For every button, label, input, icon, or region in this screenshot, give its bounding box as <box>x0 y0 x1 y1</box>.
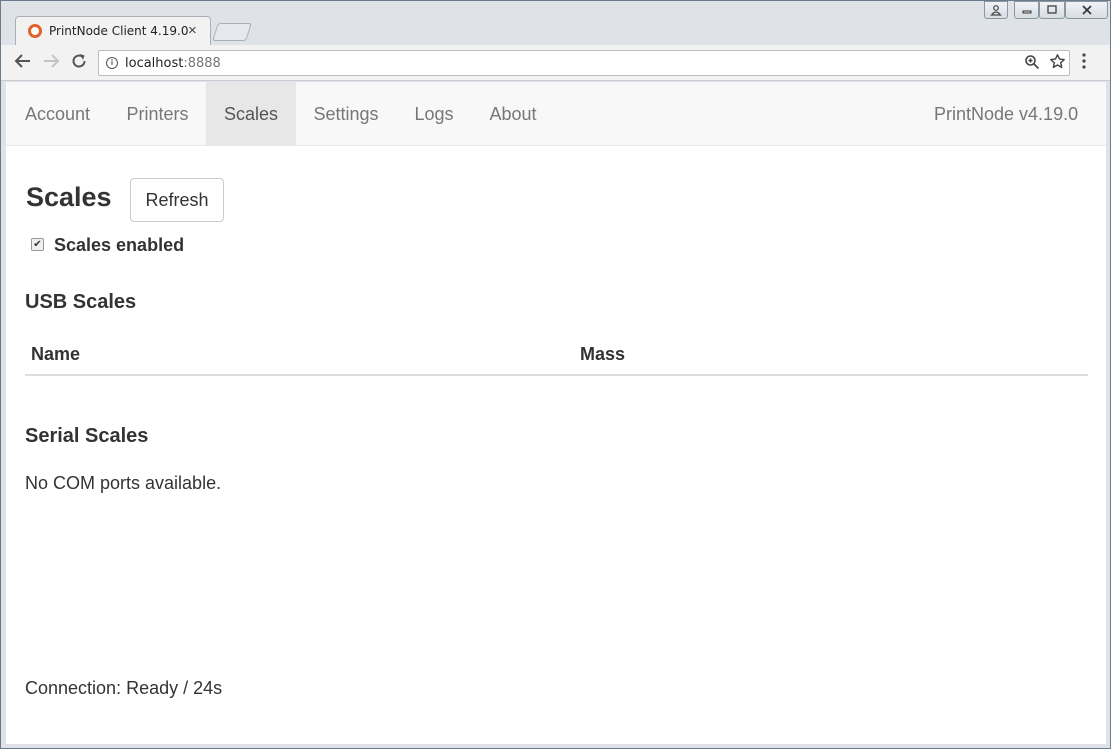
nav-item-settings[interactable]: Settings <box>296 82 396 146</box>
title-bar: PrintNode Client 4.19.0 × <box>1 1 1110 46</box>
info-icon[interactable]: i <box>106 57 118 69</box>
bookmark-star-icon[interactable] <box>1049 53 1066 75</box>
address-bar[interactable]: i localhost:8888 <box>98 50 1070 76</box>
table-header-divider <box>25 374 1088 376</box>
brand-version[interactable]: PrintNode v4.19.0 <box>934 82 1078 146</box>
browser-window: PrintNode Client 4.19.0 × i localhost:88… <box>0 0 1111 749</box>
refresh-button[interactable]: Refresh <box>130 178 224 222</box>
no-com-ports-message: No COM ports available. <box>25 473 222 493</box>
minimize-button[interactable] <box>1014 1 1039 19</box>
page-viewport: Account Printers Scales Settings Logs Ab… <box>6 82 1106 744</box>
column-header-name: Name <box>31 344 81 364</box>
serial-scales-heading: Serial Scales <box>25 425 149 447</box>
zoom-icon[interactable] <box>1024 54 1040 74</box>
nav-item-scales[interactable]: Scales <box>206 82 296 146</box>
user-profile-icon[interactable] <box>984 1 1008 19</box>
column-header-mass: Mass <box>580 344 626 364</box>
scales-enabled-checkbox[interactable]: ✔ <box>31 238 44 251</box>
browser-menu-icon[interactable] <box>1081 52 1087 76</box>
printnode-favicon-icon <box>28 24 42 38</box>
browser-toolbar: i localhost:8888 <box>1 45 1110 81</box>
nav-item-account[interactable]: Account <box>6 82 109 146</box>
maximize-button[interactable] <box>1039 1 1065 19</box>
url-text: localhost:8888 <box>125 56 221 71</box>
back-arrow-icon[interactable] <box>12 52 34 74</box>
reload-icon[interactable] <box>68 52 90 74</box>
usb-scales-heading: USB Scales <box>25 291 137 313</box>
forward-arrow-icon[interactable] <box>40 52 62 74</box>
new-tab-button[interactable] <box>212 23 252 41</box>
tab-title: PrintNode Client 4.19.0 <box>49 24 189 38</box>
scales-enabled-label[interactable]: Scales enabled <box>54 235 184 256</box>
connection-status: Connection: Ready / 24s <box>25 678 223 698</box>
app-navbar: Account Printers Scales Settings Logs Ab… <box>6 82 1106 146</box>
nav-item-printers[interactable]: Printers <box>109 82 206 146</box>
nav-item-logs[interactable]: Logs <box>396 82 472 146</box>
browser-tab[interactable]: PrintNode Client 4.19.0 × <box>15 16 211 46</box>
window-close-button[interactable] <box>1065 1 1108 19</box>
page-title: Scales <box>26 182 112 212</box>
nav-item-about[interactable]: About <box>472 82 554 146</box>
tab-close-icon[interactable]: × <box>188 22 197 39</box>
